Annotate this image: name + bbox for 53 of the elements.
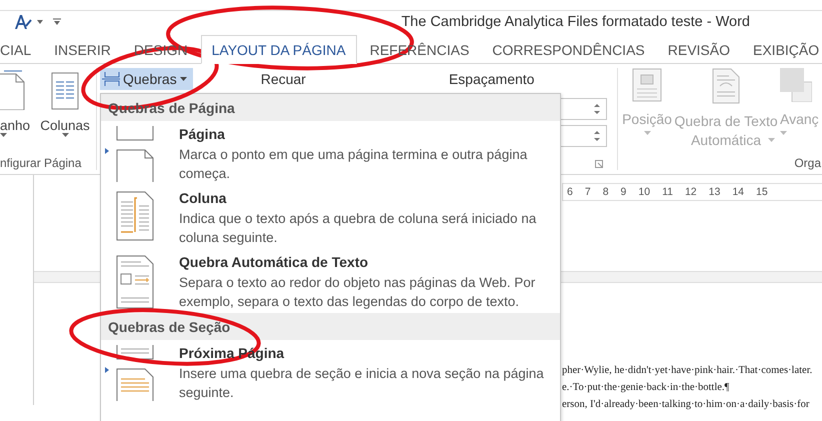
ribbon-tab[interactable]: EXIBIÇÃO xyxy=(743,36,822,63)
group-label: Orga xyxy=(794,156,821,170)
ruler-number: 15 xyxy=(756,186,768,198)
ruler-number: 11 xyxy=(662,186,673,198)
indent-label: Recuar xyxy=(260,71,306,87)
caret-icon xyxy=(180,76,187,82)
menu-item-title: Página xyxy=(179,126,226,142)
ribbon-tab[interactable]: INSERIR xyxy=(44,36,121,63)
menu-section-header: Quebras de Seção xyxy=(108,318,230,334)
menu-item[interactable]: Página Marca o ponto em que uma página termina e outra página começa. xyxy=(101,121,560,185)
menu-item-description: Marca o ponto em que uma página termina e outra página começa. xyxy=(179,146,528,183)
menu-item[interactable]: Coluna Indica que o texto após a quebra de coluna será iniciado na coluna seguinte. xyxy=(101,185,560,249)
ribbon-button[interactable]: anho xyxy=(0,118,30,133)
document-text-line: erson, I'd·already·been·talking·to·him·on·a·daily·basis·for xyxy=(562,399,810,410)
menu-item-title: Coluna xyxy=(179,190,228,206)
ruler-number: 7 xyxy=(584,186,591,198)
ruler-number: 13 xyxy=(708,186,720,198)
spin-arrows-icon[interactable] xyxy=(594,130,600,142)
ruler-number: 14 xyxy=(732,186,744,198)
launcher-icon[interactable] xyxy=(595,160,603,168)
ribbon-tab[interactable]: CORRESPONDÊNCIAS xyxy=(482,36,655,63)
document-text-line: e.·To·put·the·genie·back·in·the·bottle.¶ xyxy=(562,382,730,393)
text-style-icon[interactable] xyxy=(14,14,32,30)
ruler-number: 6 xyxy=(567,186,573,198)
group-label: nfigurar Página xyxy=(0,156,82,170)
document-text-line: pher·Wylie, he·didn't·yet·have·pink·hair.·That·comes·later. xyxy=(562,365,814,376)
spin-arrows-icon[interactable] xyxy=(594,103,600,115)
ruler-number: 9 xyxy=(620,186,626,198)
picture-position-icon xyxy=(632,68,662,102)
menu-item-description: Separa o texto ao redor do objeto nas páginas da Web. Por exemplo, separa o texto das legendas do corpo de texto. xyxy=(179,274,536,311)
bring-forward-icon xyxy=(780,68,812,102)
ruler-number: 12 xyxy=(684,186,697,198)
menu-item[interactable]: Quebra Automática de Texto Separa o texto ao redor do objeto nas páginas da Web. Por exemplo, separa o texto das legendas do corpo de texto. xyxy=(101,249,560,313)
ribbon-tab[interactable]: REVISÃO xyxy=(658,36,740,63)
menu-item-description: Insere uma quebra de seção e inicia a nova seção na página seguinte. xyxy=(179,365,545,402)
spacing-label: Espaçamento xyxy=(448,71,534,87)
ribbon-tab[interactable]: LAYOUT DA PÁGINA xyxy=(200,35,357,64)
ruler-number: 8 xyxy=(602,186,609,198)
menu-item-title: Quebra Automática de Texto xyxy=(179,254,370,270)
breaks-icon xyxy=(102,71,120,87)
ribbon-button[interactable]: Colunas xyxy=(40,118,90,133)
caret-icon xyxy=(0,133,7,138)
customize-icon[interactable] xyxy=(52,18,62,26)
columns-icon xyxy=(51,70,79,110)
breaks-button[interactable]: Quebras xyxy=(100,68,193,90)
ruler-number: 10 xyxy=(638,186,650,198)
caret-icon xyxy=(644,131,650,136)
caret-icon[interactable] xyxy=(36,19,44,25)
caret-icon xyxy=(62,133,68,138)
window-title: The Cambridge Analytica Files formatado teste - Word xyxy=(401,14,750,30)
text-wrap-icon xyxy=(712,68,740,104)
ribbon-tab[interactable]: CIAL xyxy=(0,36,42,63)
menu-item-description: Indica que o texto após a quebra de coluna será iniciado na coluna seguinte. xyxy=(179,210,538,247)
